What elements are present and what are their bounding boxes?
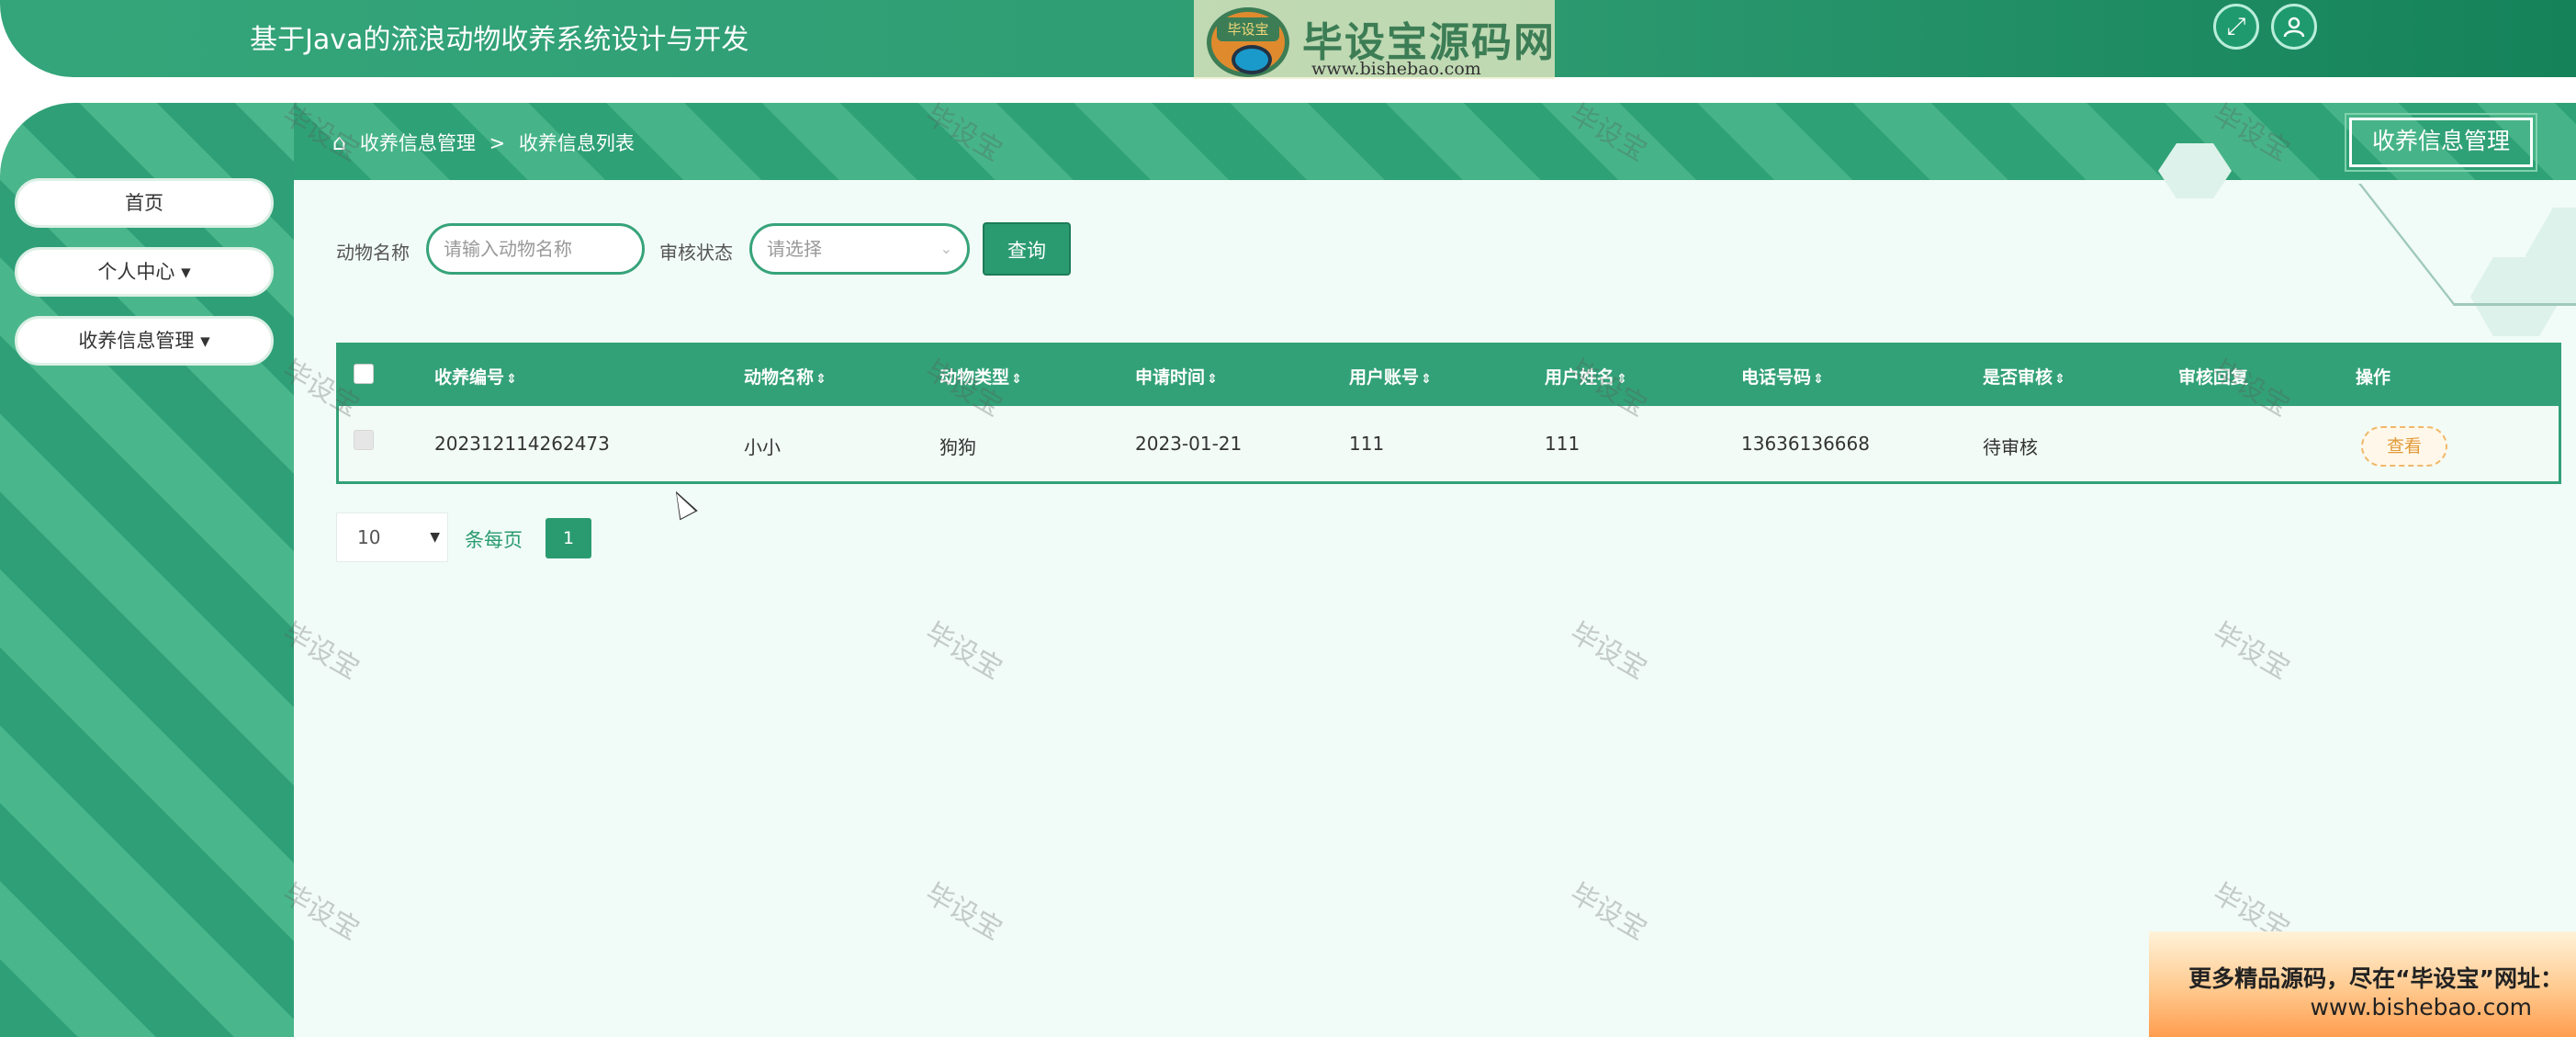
logo-dot [1232, 45, 1272, 74]
fullscreen-icon[interactable]: ⤢ [2213, 4, 2259, 50]
breadcrumb-level1[interactable]: 收养信息管理 [360, 132, 476, 154]
promo-line2: www.bishebao.com [2310, 994, 2532, 1020]
column-header-label: 动物名称 [744, 367, 815, 388]
sort-icon: ⇕ [1616, 372, 1627, 387]
column-header-label: 审核回复 [2178, 367, 2249, 388]
review-status-placeholder: 请选择 [767, 238, 822, 260]
breadcrumb-level2: 收养信息列表 [518, 132, 635, 154]
column-header-label: 申请时间 [1135, 367, 1206, 388]
chevron-down-icon: ▼ [430, 530, 440, 545]
column-header[interactable]: 是否审核 ⇕ [1983, 364, 2065, 389]
app-title: 基于Java的流浪动物收养系统设计与开发 [250, 24, 749, 56]
page-title: 收养信息管理 [2345, 113, 2537, 172]
user-name-cell: 111 [1545, 433, 1580, 455]
sort-icon: ⇕ [1813, 372, 1824, 387]
sidebar-item-adoption-management[interactable]: 收养信息管理 ▾ [15, 316, 274, 366]
promo-line1: 更多精品源码，尽在“毕设宝”网址： [2188, 965, 2563, 992]
column-header[interactable]: 申请时间 ⇕ [1135, 364, 1218, 389]
content-area [294, 143, 2576, 1037]
query-button[interactable]: 查询 [983, 222, 1071, 276]
user-account-cell: 111 [1349, 433, 1385, 455]
column-header: 操作 [2356, 364, 2390, 389]
animal-name-cell: 小小 [744, 436, 781, 458]
column-header-label: 动物类型 [939, 367, 1010, 388]
sort-icon: ⇕ [506, 372, 517, 387]
row-checkbox[interactable] [354, 430, 374, 450]
table-row[interactable]: 202312114262473 小小 狗狗 2023-01-21 111 111… [339, 406, 2559, 481]
chevron-down-icon: ⌄ [939, 240, 952, 257]
table-header: 收养编号 ⇕ 动物名称 ⇕ 动物类型 ⇕ 申请时间 ⇕ 用户账号 ⇕ 用户姓名 ⇕ 电话号码… [339, 345, 2559, 406]
view-button[interactable]: 查看 [2361, 426, 2447, 467]
column-header[interactable]: 动物名称 ⇕ [744, 364, 827, 389]
logo-url: www.bishebao.com [1311, 59, 1481, 79]
sort-icon: ⇕ [816, 372, 827, 387]
home-icon[interactable]: ⌂ [332, 130, 346, 155]
column-header[interactable]: 用户姓名 ⇕ [1545, 364, 1627, 389]
apply-time-cell: 2023-01-21 [1135, 433, 1243, 455]
adopt-no-cell: 202312114262473 [434, 433, 610, 455]
review-status-cell: 待审核 [1983, 436, 2038, 458]
user-glyph [2283, 17, 2305, 38]
sidebar-item-home[interactable]: 首页 [15, 178, 274, 228]
column-header[interactable]: 用户账号 ⇕ [1349, 364, 1432, 389]
sidebar: 首页 个人中心 ▾ 收养信息管理 ▾ [0, 103, 294, 1037]
sidebar-item-personal-center[interactable]: 个人中心 ▾ [15, 247, 274, 297]
column-header-label: 操作 [2356, 367, 2391, 388]
animal-name-input[interactable] [426, 223, 645, 275]
column-header[interactable]: 动物类型 ⇕ [939, 364, 1022, 389]
breadcrumb-separator: > [489, 132, 506, 154]
adoption-table: 收养编号 ⇕ 动物名称 ⇕ 动物类型 ⇕ 申请时间 ⇕ 用户账号 ⇕ 用户姓名 ⇕ 电话号码… [336, 343, 2561, 484]
page-size-select[interactable]: 10 ▼ [336, 513, 448, 562]
column-header-label: 用户账号 [1349, 367, 1420, 388]
phone-cell: 13636136668 [1741, 433, 1870, 455]
logo-badge: 毕设宝 [1217, 17, 1279, 41]
breadcrumb: ⌂ 收养信息管理 > 收养信息列表 [332, 129, 635, 156]
column-header-label: 用户姓名 [1545, 367, 1615, 388]
promo-banner: 更多精品源码，尽在“毕设宝”网址： www.bishebao.com [2149, 931, 2576, 1037]
column-header-label: 是否审核 [1983, 367, 2053, 388]
review-status-label: 审核状态 [659, 242, 733, 264]
animal-type-cell: 狗狗 [939, 436, 976, 458]
column-header: 审核回复 [2178, 364, 2248, 389]
per-page-label: 条每页 [465, 529, 523, 551]
select-all-checkbox[interactable] [354, 364, 374, 384]
column-header-label: 收养编号 [434, 367, 505, 388]
column-header[interactable]: 电话号码 ⇕ [1741, 364, 1824, 389]
logo-emblem-icon: 毕设宝 [1207, 7, 1289, 77]
review-status-select[interactable]: 请选择 ⌄ [749, 223, 970, 275]
column-header-label: 电话号码 [1741, 367, 1812, 388]
sort-icon: ⇕ [2054, 372, 2065, 387]
animal-name-label: 动物名称 [336, 242, 410, 264]
page-button-current[interactable]: 1 [546, 518, 591, 558]
user-icon[interactable] [2271, 4, 2317, 50]
sort-icon: ⇕ [1421, 372, 1432, 387]
sort-icon: ⇕ [1207, 372, 1218, 387]
content-header [294, 103, 2576, 180]
watermark-logo: 毕设宝 毕设宝源码网 www.bishebao.com [1194, 0, 1555, 79]
column-header[interactable]: 收养编号 ⇕ [434, 364, 517, 389]
sort-icon: ⇕ [1011, 372, 1022, 387]
page-size-value: 10 [357, 526, 381, 548]
